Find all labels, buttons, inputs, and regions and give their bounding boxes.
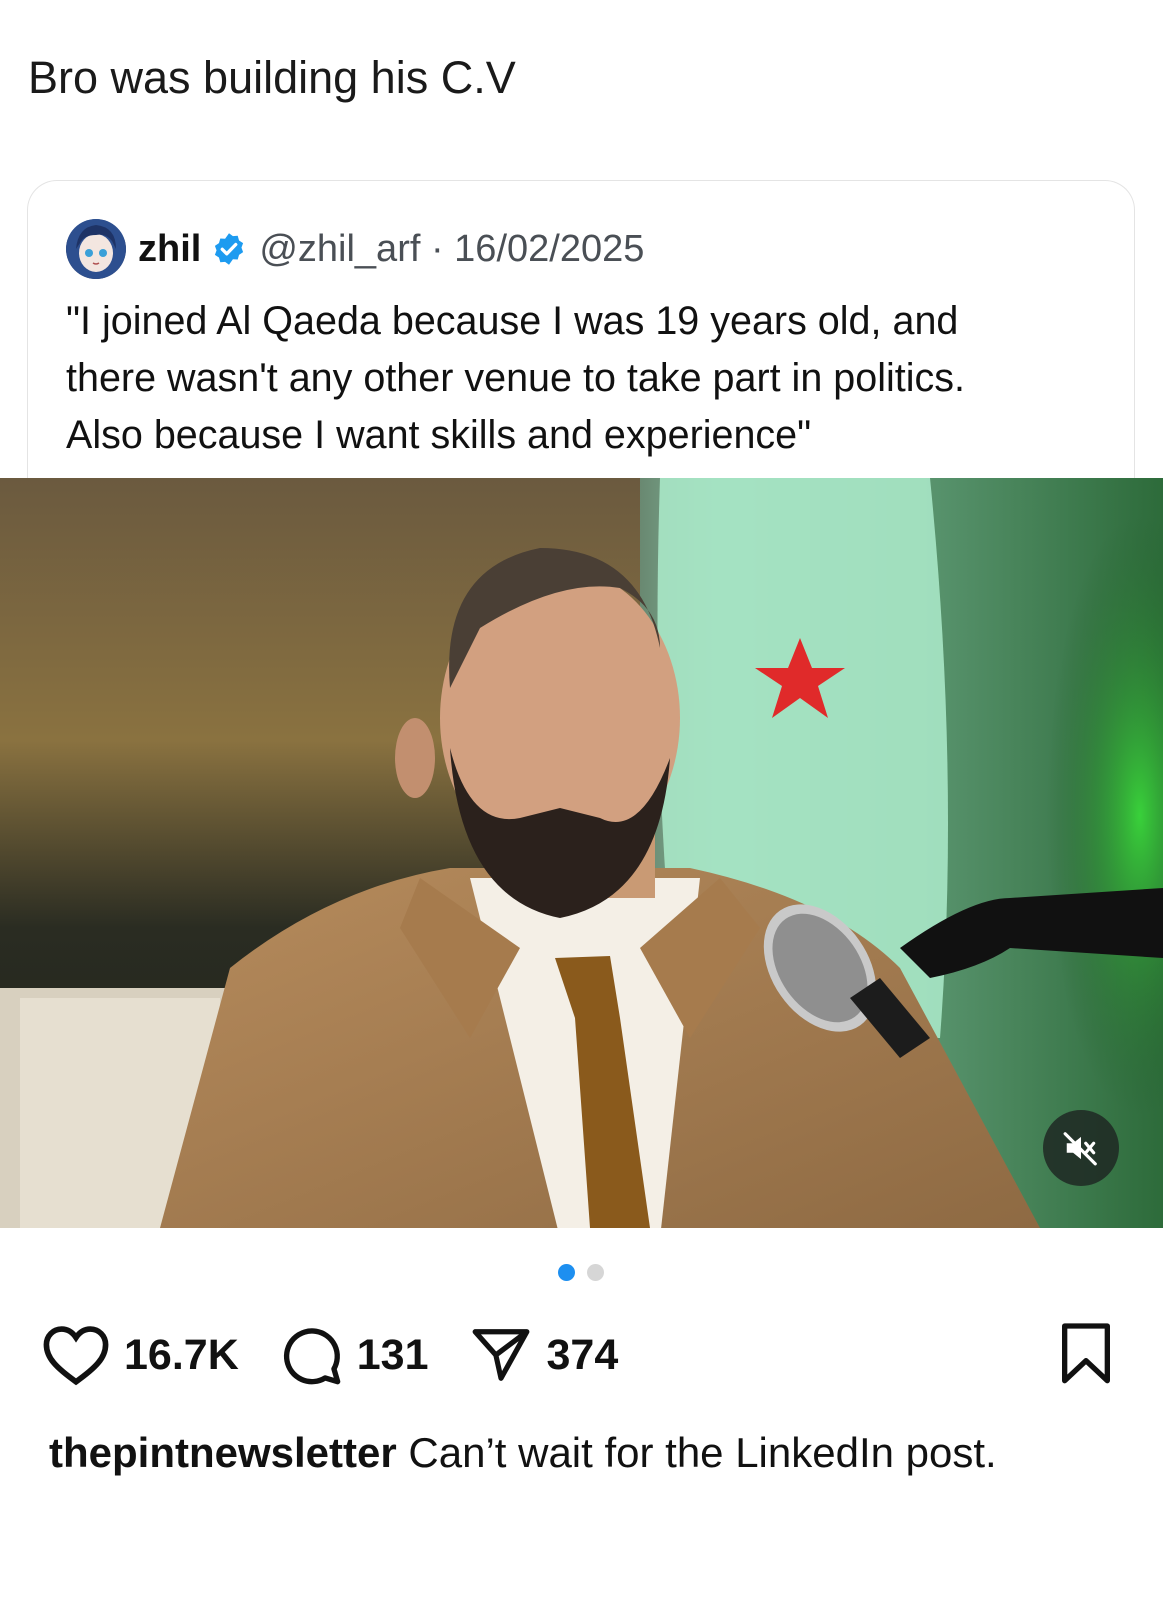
heart-icon <box>43 1326 109 1386</box>
carousel-indicator <box>558 1264 604 1281</box>
verified-badge-icon <box>215 233 244 265</box>
post-video[interactable] <box>0 478 1163 1228</box>
carousel-dot[interactable] <box>558 1264 575 1281</box>
post-caption: thepintnewsletter Can’t wait for the Lin… <box>49 1424 1129 1481</box>
video-frame <box>0 478 1163 1228</box>
carousel-dot[interactable] <box>587 1264 604 1281</box>
quoted-tweet-text: "I joined Al Qaeda because I was 19 year… <box>66 293 1116 464</box>
comment-button[interactable]: 131 <box>279 1323 429 1387</box>
quoted-tweet-card[interactable]: zhil @zhil_arf · 16/02/2025 "I joined Al… <box>27 180 1135 500</box>
share-icon <box>472 1329 529 1381</box>
comment-count: 131 <box>356 1330 429 1379</box>
share-button[interactable]: 374 <box>469 1324 619 1386</box>
action-bar: 16.7K 131 374 <box>42 1320 618 1390</box>
avatar[interactable] <box>66 219 126 279</box>
quoted-text-line: Also because I want skills and experienc… <box>66 413 812 457</box>
save-button[interactable] <box>1058 1322 1114 1391</box>
quoted-text-line: "I joined Al Qaeda because I was 19 year… <box>66 299 959 343</box>
mute-toggle-button[interactable] <box>1043 1110 1119 1186</box>
quoted-tweet-header: zhil @zhil_arf · 16/02/2025 <box>66 219 644 279</box>
like-button[interactable]: 16.7K <box>42 1324 239 1386</box>
muted-speaker-icon <box>1063 1132 1097 1166</box>
caption-username[interactable]: thepintnewsletter <box>49 1429 397 1476</box>
quoted-handle-date: @zhil_arf · 16/02/2025 <box>259 227 645 270</box>
post-headline: Bro was building his C.V <box>28 52 516 103</box>
bookmark-icon <box>1061 1323 1110 1384</box>
comment-icon <box>283 1328 341 1385</box>
quoted-text-line: there wasn't any other venue to take par… <box>66 356 965 400</box>
share-count: 374 <box>546 1330 619 1379</box>
quoted-author-name[interactable]: zhil <box>138 228 201 271</box>
caption-text: Can’t wait for the LinkedIn post. <box>408 1429 997 1476</box>
like-count: 16.7K <box>124 1330 239 1379</box>
avatar-illustration <box>66 219 126 279</box>
